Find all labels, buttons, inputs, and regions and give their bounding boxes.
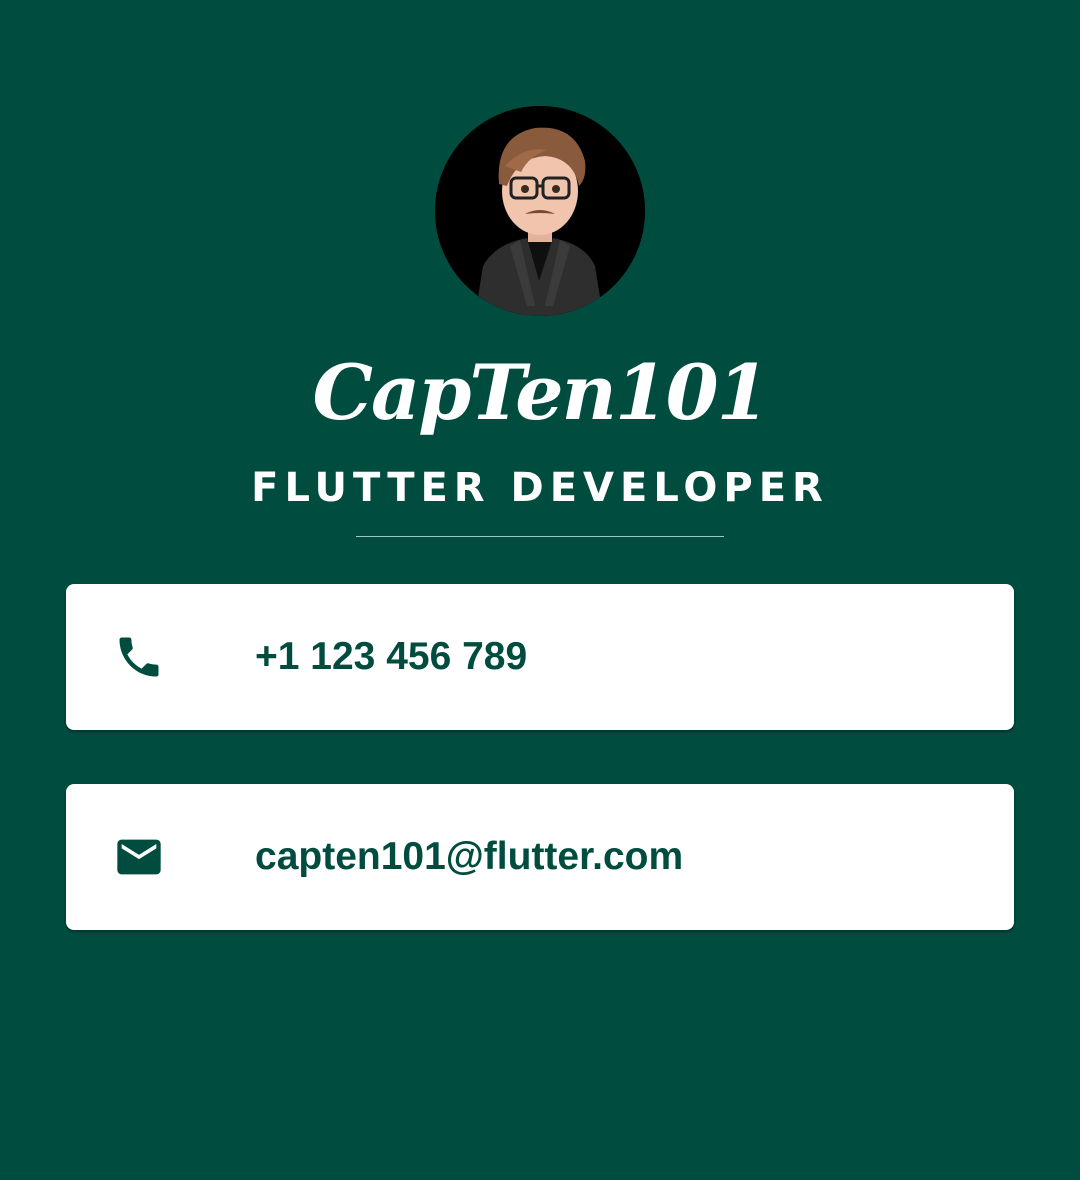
- mail-icon: [112, 831, 166, 883]
- phone-icon: [112, 631, 166, 683]
- phone-number: +1 123 456 789: [255, 635, 528, 678]
- avatar: [435, 106, 645, 316]
- email-card[interactable]: capten101@flutter.com: [66, 784, 1014, 930]
- phone-card[interactable]: +1 123 456 789: [66, 584, 1014, 730]
- profile-title: FLUTTER DEVELOPER: [251, 465, 829, 511]
- email-address: capten101@flutter.com: [255, 835, 684, 878]
- divider: [356, 536, 724, 537]
- profile-name: CapTen101: [312, 348, 770, 437]
- avatar-image: [435, 106, 645, 316]
